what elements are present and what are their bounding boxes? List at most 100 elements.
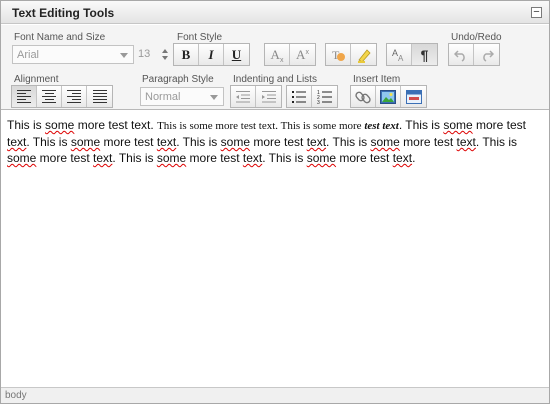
format-group: A A ¶ bbox=[386, 43, 438, 66]
highlight-button[interactable] bbox=[351, 44, 376, 65]
undo-icon bbox=[454, 49, 465, 62]
editor-text: more test bbox=[472, 118, 527, 132]
align-left-button[interactable] bbox=[12, 86, 37, 107]
editor-content[interactable]: This is some more test text. This is som… bbox=[7, 117, 543, 166]
indent-group bbox=[230, 85, 282, 108]
font-style-group: B I U bbox=[173, 43, 250, 66]
bullet-list-button[interactable] bbox=[287, 86, 312, 107]
insert-group-label: Insert Item bbox=[353, 74, 401, 85]
font-size-button[interactable]: A A bbox=[387, 44, 412, 65]
style-group-label: Font Style bbox=[177, 32, 223, 43]
outdent-button[interactable] bbox=[231, 86, 256, 107]
text-color-icon: T bbox=[332, 48, 345, 62]
misspelled-word: text bbox=[242, 151, 263, 165]
misspelled-word: text bbox=[156, 135, 177, 149]
editor-text: . This is bbox=[475, 135, 517, 149]
bold-button[interactable]: B bbox=[174, 44, 199, 65]
misspelled-word: some bbox=[443, 118, 473, 132]
image-icon bbox=[380, 89, 396, 104]
align-justify-button[interactable] bbox=[87, 86, 112, 107]
align-right-button[interactable] bbox=[62, 86, 87, 107]
editor-text: more test bbox=[186, 151, 243, 165]
undo-redo-group bbox=[448, 43, 500, 66]
table-icon bbox=[405, 89, 422, 104]
show-formatting-icon: ¶ bbox=[420, 46, 429, 63]
editor-text: . This is bbox=[398, 118, 444, 132]
misspelled-word: some bbox=[156, 151, 187, 165]
insert-image-button[interactable] bbox=[376, 86, 401, 107]
misspelled-word: text bbox=[456, 135, 476, 149]
numbered-list-icon: 123 bbox=[317, 90, 332, 104]
subscript-button[interactable]: Ax bbox=[265, 44, 290, 65]
paragraph-style-select[interactable]: Normal bbox=[140, 87, 224, 106]
align-group-label: Alignment bbox=[14, 74, 59, 85]
subscript-icon: Ax bbox=[270, 46, 284, 64]
redo-button[interactable] bbox=[474, 44, 499, 65]
underline-button[interactable]: U bbox=[224, 44, 249, 65]
insert-table-button[interactable] bbox=[401, 86, 426, 107]
indent-icon bbox=[261, 90, 276, 102]
panel-title: Text Editing Tools bbox=[12, 6, 115, 20]
chevron-down-icon bbox=[120, 53, 128, 58]
editor-text: more test bbox=[250, 135, 307, 149]
align-center-button[interactable] bbox=[37, 86, 62, 107]
link-icon bbox=[355, 91, 371, 103]
font-size-stepper[interactable]: 13 bbox=[136, 45, 168, 64]
font-name-value: Arial bbox=[17, 49, 40, 61]
collapse-icon[interactable]: − bbox=[531, 7, 542, 18]
indent-group-label: Indenting and Lists bbox=[233, 74, 317, 85]
superscript-button[interactable]: Ax bbox=[290, 44, 315, 65]
highlight-icon bbox=[357, 48, 371, 63]
font-size-value: 13 bbox=[138, 48, 151, 60]
numbered-list-button[interactable]: 123 bbox=[312, 86, 337, 107]
misspelled-word: text bbox=[7, 135, 27, 149]
indent-button[interactable] bbox=[256, 86, 281, 107]
text-editing-panel: Text Editing Tools − Font Name and Size … bbox=[0, 0, 550, 404]
italic-button[interactable]: I bbox=[199, 44, 224, 65]
align-center-icon bbox=[42, 90, 56, 103]
spin-up-icon[interactable] bbox=[162, 49, 168, 53]
misspelled-word: some bbox=[45, 118, 75, 132]
text-color-button[interactable]: T bbox=[326, 44, 351, 65]
underline-icon: U bbox=[231, 46, 242, 62]
chevron-down-icon bbox=[210, 95, 218, 100]
editor-text: . This is bbox=[176, 135, 221, 149]
script-group: Ax Ax bbox=[264, 43, 316, 66]
undo-button[interactable] bbox=[449, 44, 474, 65]
misspelled-word: text bbox=[306, 135, 327, 149]
editor-text: more test bbox=[36, 151, 94, 165]
bullet-list-icon bbox=[292, 90, 306, 103]
font-group-label: Font Name and Size bbox=[14, 32, 106, 43]
font-name-select[interactable]: Arial bbox=[12, 45, 134, 64]
editor-text: . bbox=[412, 151, 416, 165]
outdent-icon bbox=[236, 90, 250, 102]
editor-text: . This is bbox=[326, 135, 371, 149]
align-left-icon bbox=[17, 90, 31, 103]
redo-icon bbox=[482, 49, 494, 62]
list-group: 123 bbox=[286, 85, 338, 108]
svg-text:3: 3 bbox=[317, 100, 320, 104]
italic-icon: I bbox=[208, 46, 214, 62]
insert-link-button[interactable] bbox=[351, 86, 376, 107]
undo-group-label: Undo/Redo bbox=[451, 32, 502, 43]
font-size-icon: A A bbox=[392, 48, 404, 63]
misspelled-word: some bbox=[370, 135, 400, 149]
misspelled-word: some bbox=[220, 135, 250, 149]
paragraph-group-label: Paragraph Style bbox=[142, 74, 214, 85]
panel-titlebar: Text Editing Tools − bbox=[1, 1, 549, 24]
editor-text: . This is bbox=[26, 135, 71, 149]
editor-text: more test text. bbox=[74, 118, 158, 132]
svg-text:A: A bbox=[398, 54, 404, 63]
editor-text: . This is bbox=[262, 151, 307, 165]
misspelled-word: some bbox=[70, 135, 101, 149]
spin-down-icon[interactable] bbox=[162, 56, 168, 60]
superscript-icon: Ax bbox=[296, 46, 309, 62]
show-formatting-button[interactable]: ¶ bbox=[412, 44, 437, 65]
editor-text: This is bbox=[7, 118, 46, 132]
element-path: body bbox=[5, 390, 27, 401]
misspelled-word: text bbox=[93, 151, 113, 165]
color-group: T bbox=[325, 43, 377, 66]
misspelled-word: text bbox=[392, 151, 413, 165]
editor-text: more test bbox=[100, 135, 157, 149]
editor-text: more test bbox=[399, 135, 457, 149]
